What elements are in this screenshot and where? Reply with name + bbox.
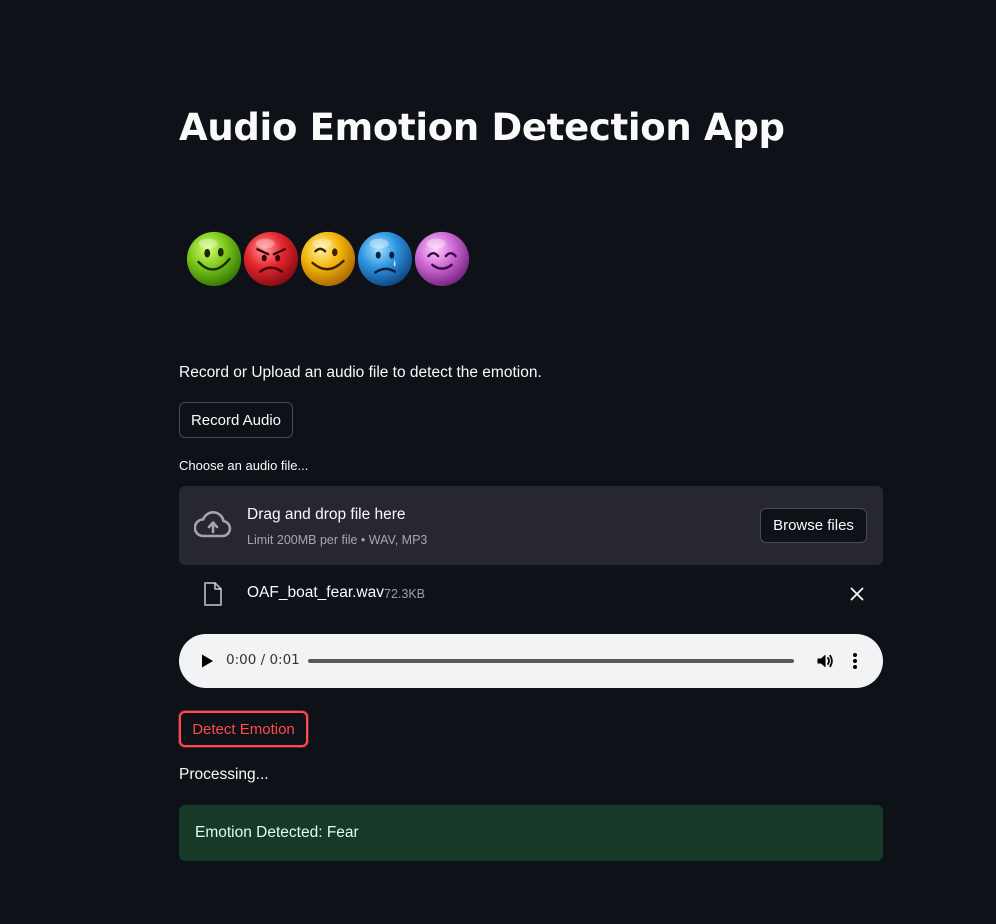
more-options-icon[interactable]	[851, 651, 859, 671]
audio-progress-bar[interactable]	[308, 659, 794, 663]
volume-icon[interactable]	[816, 652, 834, 670]
uploaded-file-name: OAF_boat_fear.wav	[247, 584, 384, 601]
dropzone-limit-text: Limit 200MB per file • WAV, MP3	[247, 533, 428, 547]
app-page: Audio Emotion Detection App Record or Up…	[0, 0, 996, 924]
angry-emoji-icon	[243, 231, 299, 287]
happy-emoji-icon	[186, 231, 242, 287]
uploader-label: Choose an audio file...	[179, 458, 309, 473]
detect-emotion-button[interactable]: Detect Emotion	[179, 711, 308, 747]
audio-time: 0:00 / 0:01	[226, 652, 300, 668]
file-icon	[204, 582, 222, 606]
play-icon[interactable]	[199, 653, 215, 669]
result-alert: Emotion Detected: Fear	[179, 805, 883, 861]
uploaded-file-item: OAF_boat_fear.wav 72.3KB	[179, 574, 883, 614]
content-emoji-icon	[414, 231, 470, 287]
browse-files-button[interactable]: Browse files	[760, 508, 867, 543]
page-title: Audio Emotion Detection App	[179, 106, 785, 149]
dropzone-title: Drag and drop file here	[247, 506, 406, 523]
record-audio-button[interactable]: Record Audio	[179, 402, 293, 438]
file-dropzone[interactable]: Drag and drop file here Limit 200MB per …	[179, 486, 883, 565]
smirk-emoji-icon	[300, 231, 356, 287]
close-icon[interactable]	[849, 586, 865, 602]
result-text: Emotion Detected: Fear	[195, 824, 359, 841]
sad-emoji-icon	[357, 231, 413, 287]
cloud-upload-icon	[194, 511, 232, 538]
emoji-banner	[185, 230, 475, 290]
uploaded-file-size: 72.3KB	[384, 587, 426, 601]
audio-player: 0:00 / 0:01	[179, 634, 883, 688]
instructions-text: Record or Upload an audio file to detect…	[179, 364, 542, 381]
processing-status: Processing...	[179, 766, 269, 783]
